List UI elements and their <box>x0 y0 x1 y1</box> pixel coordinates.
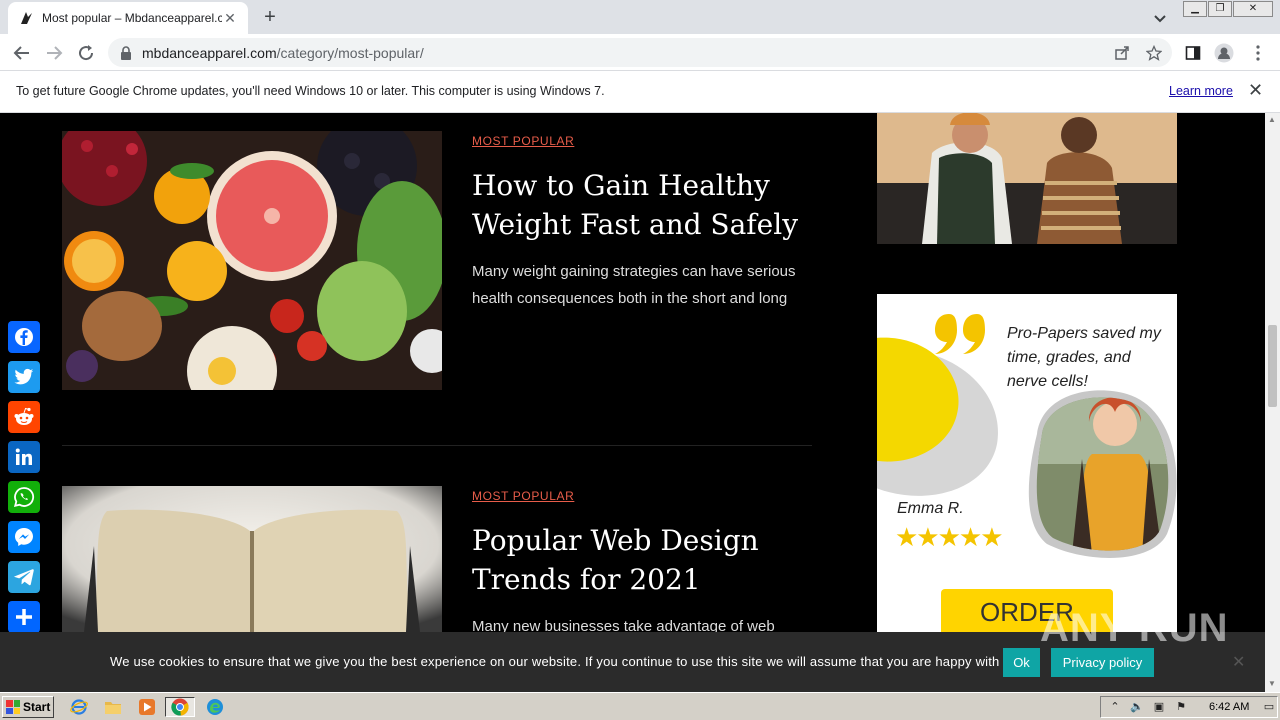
new-tab-button[interactable]: + <box>258 6 282 30</box>
post-category-link[interactable]: MOST POPULAR <box>472 134 574 148</box>
page-scrollbar[interactable]: ▲ ▼ <box>1265 113 1280 692</box>
post-excerpt: Many new businesses take advantage of we… <box>472 618 775 632</box>
forward-arrow-icon[interactable] <box>42 41 66 65</box>
side-panel-icon[interactable] <box>1183 43 1203 63</box>
share-page-icon[interactable] <box>1113 44 1131 62</box>
ad-rating-stars: ★★★★★ <box>895 522 1004 552</box>
ad-reviewer-name: Emma R. <box>897 500 964 517</box>
close-window-button[interactable]: ✕ <box>1233 1 1273 17</box>
cookie-message: We use cookies to ensure that we give yo… <box>110 654 1015 669</box>
sidebar-ad-people[interactable] <box>877 113 1177 244</box>
linkedin-share-icon[interactable] <box>8 441 40 473</box>
url-host: mbdanceapparel.com <box>142 44 277 61</box>
file-explorer-icon[interactable] <box>102 697 124 717</box>
scroll-down-arrow-icon[interactable]: ▼ <box>1268 679 1276 688</box>
action-center-flag-icon[interactable]: ⚑ <box>1173 700 1189 716</box>
cookie-ok-button[interactable]: Ok <box>1003 648 1040 677</box>
tab-strip: Most popular – Mbdanceapparel.com ✕ + ▁ … <box>0 0 1280 34</box>
windows-taskbar: Start ⌃ 🔈 ▣ ⚑ 6:42 AM ▭ <box>0 692 1280 720</box>
post-thumbnail-food[interactable] <box>62 131 442 390</box>
windows-logo-icon <box>6 700 20 714</box>
show-hidden-icons-icon[interactable]: ⌃ <box>1107 700 1123 716</box>
page-content: MOST POPULAR How to Gain Healthy Weight … <box>0 113 1265 632</box>
back-arrow-icon[interactable] <box>10 41 34 65</box>
site-favicon-icon <box>18 10 34 26</box>
reddit-share-icon[interactable] <box>8 401 40 433</box>
scrollbar-thumb[interactable] <box>1268 325 1277 407</box>
post-title-link[interactable]: How to Gain Healthy Weight Fast and Safe… <box>472 166 812 244</box>
bookmark-star-icon[interactable] <box>1145 44 1163 62</box>
browser-tab[interactable]: Most popular – Mbdanceapparel.com ✕ <box>8 2 248 34</box>
infobar-message: To get future Google Chrome updates, you… <box>16 84 605 98</box>
start-button[interactable]: Start <box>2 696 54 718</box>
network-icon[interactable]: ▣ <box>1151 700 1167 716</box>
tab-close-icon[interactable]: ✕ <box>222 10 238 27</box>
reload-icon[interactable] <box>74 41 98 65</box>
edge-browser-icon[interactable] <box>204 697 226 717</box>
chrome-taskbar-icon[interactable] <box>165 697 195 717</box>
scroll-up-arrow-icon[interactable]: ▲ <box>1268 115 1276 124</box>
sidebar-ad-propapers[interactable]: Pro-Papers saved my time, grades, and ne… <box>877 294 1177 632</box>
twitter-share-icon[interactable] <box>8 361 40 393</box>
privacy-policy-button[interactable]: Privacy policy <box>1051 648 1154 677</box>
restore-window-button[interactable]: ❐ <box>1208 1 1232 17</box>
telegram-share-icon[interactable] <box>8 561 40 593</box>
whatsapp-share-icon[interactable] <box>8 481 40 513</box>
system-tray: ⌃ 🔈 ▣ ⚑ 6:42 AM ▭ <box>1100 696 1278 718</box>
tab-title: Most popular – Mbdanceapparel.com <box>42 11 222 25</box>
address-bar[interactable]: mbdanceapparel.com/category/most-popular… <box>108 38 1172 67</box>
messenger-share-icon[interactable] <box>8 521 40 553</box>
update-infobar: To get future Google Chrome updates, you… <box>0 71 1280 113</box>
profile-avatar-icon[interactable] <box>1214 43 1234 63</box>
url-path: /category/most-popular/ <box>276 44 424 61</box>
post-category-link[interactable]: MOST POPULAR <box>472 489 574 503</box>
infobar-close-icon[interactable]: ✕ <box>1248 80 1263 101</box>
minimize-window-button[interactable]: ▁ <box>1183 1 1207 17</box>
show-desktop-icon[interactable]: ▭ <box>1261 700 1277 716</box>
tab-search-chevron-icon[interactable] <box>1150 8 1170 28</box>
media-player-icon[interactable] <box>136 697 158 717</box>
chrome-menu-icon[interactable] <box>1248 43 1268 63</box>
post-excerpt: Many weight gaining strategies can have … <box>472 263 796 307</box>
browser-toolbar: mbdanceapparel.com/category/most-popular… <box>0 34 1280 71</box>
volume-icon[interactable]: 🔈 <box>1129 700 1145 716</box>
learn-more-link[interactable]: Learn more <box>1169 84 1233 98</box>
share-plus-icon[interactable] <box>8 601 40 633</box>
internet-explorer-icon[interactable] <box>68 697 90 717</box>
cookie-close-icon[interactable]: ✕ <box>1232 652 1245 672</box>
anyrun-watermark: ANY RUN <box>1040 606 1229 650</box>
post-thumbnail-book[interactable] <box>62 486 442 632</box>
taskbar-clock[interactable]: 6:42 AM <box>1209 701 1249 713</box>
start-label: Start <box>23 700 51 714</box>
facebook-share-icon[interactable] <box>8 321 40 353</box>
post-title-link[interactable]: Popular Web Design Trends for 2021 <box>472 521 812 599</box>
ad-testimonial-quote: Pro-Papers saved my time, grades, and ne… <box>1007 325 1161 390</box>
post-divider <box>62 445 812 446</box>
lock-icon[interactable] <box>120 45 132 60</box>
